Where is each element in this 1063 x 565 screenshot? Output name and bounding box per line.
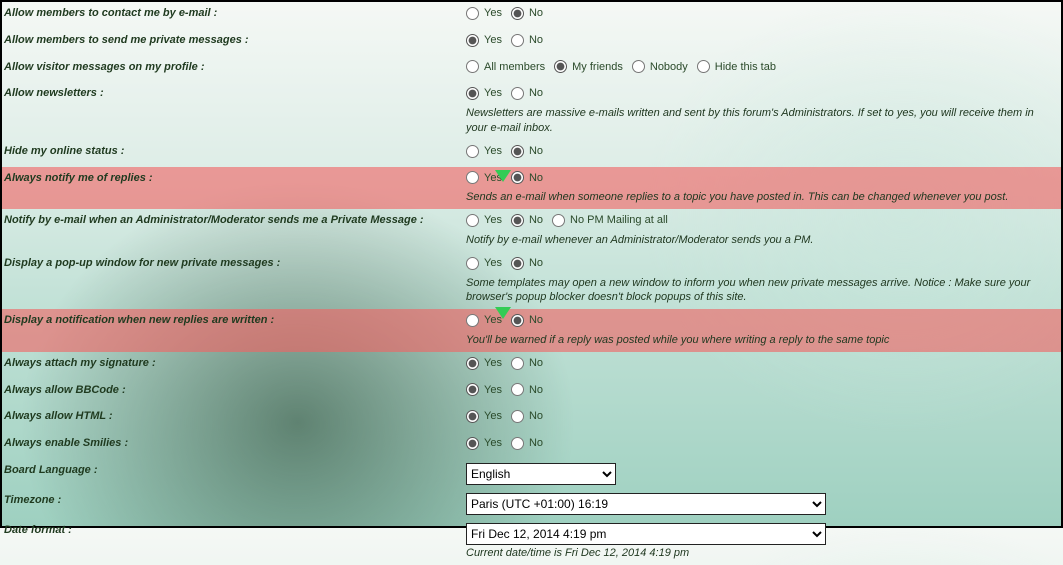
radio-contact-email[interactable]: Yes No <box>466 6 549 21</box>
radio-visitor-msg[interactable]: All members My friends Nobody Hide this … <box>466 60 782 75</box>
radio-notify-replies[interactable]: Yes No <box>466 171 549 186</box>
label-private-msg: Allow members to send me private message… <box>4 33 466 48</box>
desc-notify-replies: Sends an e-mail when someone replies to … <box>466 190 1057 205</box>
select-timezone[interactable]: Paris (UTC +01:00) 16:19 <box>466 493 826 515</box>
radio-enable-smilies[interactable]: Yes No <box>466 436 549 451</box>
radio-notif-new-replies[interactable]: Yes No <box>466 313 549 328</box>
label-timezone: Timezone : <box>4 493 466 508</box>
label-popup-new-pm: Display a pop-up window for new private … <box>4 256 466 271</box>
row-hide-online: Hide my online status : Yes No <box>2 140 1061 167</box>
row-private-msg: Allow members to send me private message… <box>2 29 1061 56</box>
radio-private-msg[interactable]: Yes No <box>466 33 549 48</box>
select-date-format[interactable]: Fri Dec 12, 2014 4:19 pm <box>466 523 826 545</box>
desc-date-format: Current date/time is Fri Dec 12, 2014 4:… <box>466 546 1057 561</box>
select-board-language[interactable]: English <box>466 463 616 485</box>
label-notif-new-replies: Display a notification when new replies … <box>4 313 466 328</box>
label-enable-smilies: Always enable Smilies : <box>4 436 466 451</box>
label-admin-pm-mail: Notify by e-mail when an Administrator/M… <box>4 213 466 228</box>
row-board-language: Board Language : English <box>2 459 1061 489</box>
label-contact-email: Allow members to contact me by e-mail : <box>4 6 466 21</box>
label-board-language: Board Language : <box>4 463 466 478</box>
row-notif-new-replies: Display a notification when new replies … <box>2 309 1061 352</box>
radio-admin-pm-mail[interactable]: Yes No No PM Mailing at all <box>466 213 674 228</box>
row-date-format: Date format : Fri Dec 12, 2014 4:19 pm C… <box>2 519 1061 565</box>
radio-allow-html[interactable]: Yes No <box>466 409 549 424</box>
label-allow-html: Always allow HTML : <box>4 409 466 424</box>
radio-newsletters[interactable]: Yes No <box>466 86 549 101</box>
row-notify-replies: Always notify me of replies : Yes No Sen… <box>2 167 1061 210</box>
label-hide-online: Hide my online status : <box>4 144 466 159</box>
row-timezone: Timezone : Paris (UTC +01:00) 16:19 <box>2 489 1061 519</box>
row-popup-new-pm: Display a pop-up window for new private … <box>2 252 1061 309</box>
desc-admin-pm-mail: Notify by e-mail whenever an Administrat… <box>466 233 1057 248</box>
radio-attach-sig[interactable]: Yes No <box>466 356 549 371</box>
row-allow-html: Always allow HTML : Yes No <box>2 405 1061 432</box>
row-allow-bbcode: Always allow BBCode : Yes No <box>2 379 1061 406</box>
radio-hide-online[interactable]: Yes No <box>466 144 549 159</box>
radio-popup-new-pm[interactable]: Yes No <box>466 256 549 271</box>
desc-popup-new-pm: Some templates may open a new window to … <box>466 276 1057 306</box>
radio-allow-bbcode[interactable]: Yes No <box>466 383 549 398</box>
desc-notif-new-replies: You'll be warned if a reply was posted w… <box>466 333 1057 348</box>
label-allow-bbcode: Always allow BBCode : <box>4 383 466 398</box>
label-visitor-msg: Allow visitor messages on my profile : <box>4 60 466 75</box>
row-contact-email: Allow members to contact me by e-mail : … <box>2 2 1061 29</box>
row-visitor-msg: Allow visitor messages on my profile : A… <box>2 56 1061 83</box>
label-date-format: Date format : <box>4 523 466 538</box>
label-newsletters: Allow newsletters : <box>4 86 466 101</box>
row-attach-sig: Always attach my signature : Yes No <box>2 352 1061 379</box>
label-attach-sig: Always attach my signature : <box>4 356 466 371</box>
row-newsletters: Allow newsletters : Yes No Newsletters a… <box>2 82 1061 139</box>
desc-newsletters: Newsletters are massive e-mails written … <box>466 106 1057 136</box>
row-enable-smilies: Always enable Smilies : Yes No <box>2 432 1061 459</box>
label-notify-replies: Always notify me of replies : <box>4 171 466 186</box>
row-admin-pm-mail: Notify by e-mail when an Administrator/M… <box>2 209 1061 252</box>
